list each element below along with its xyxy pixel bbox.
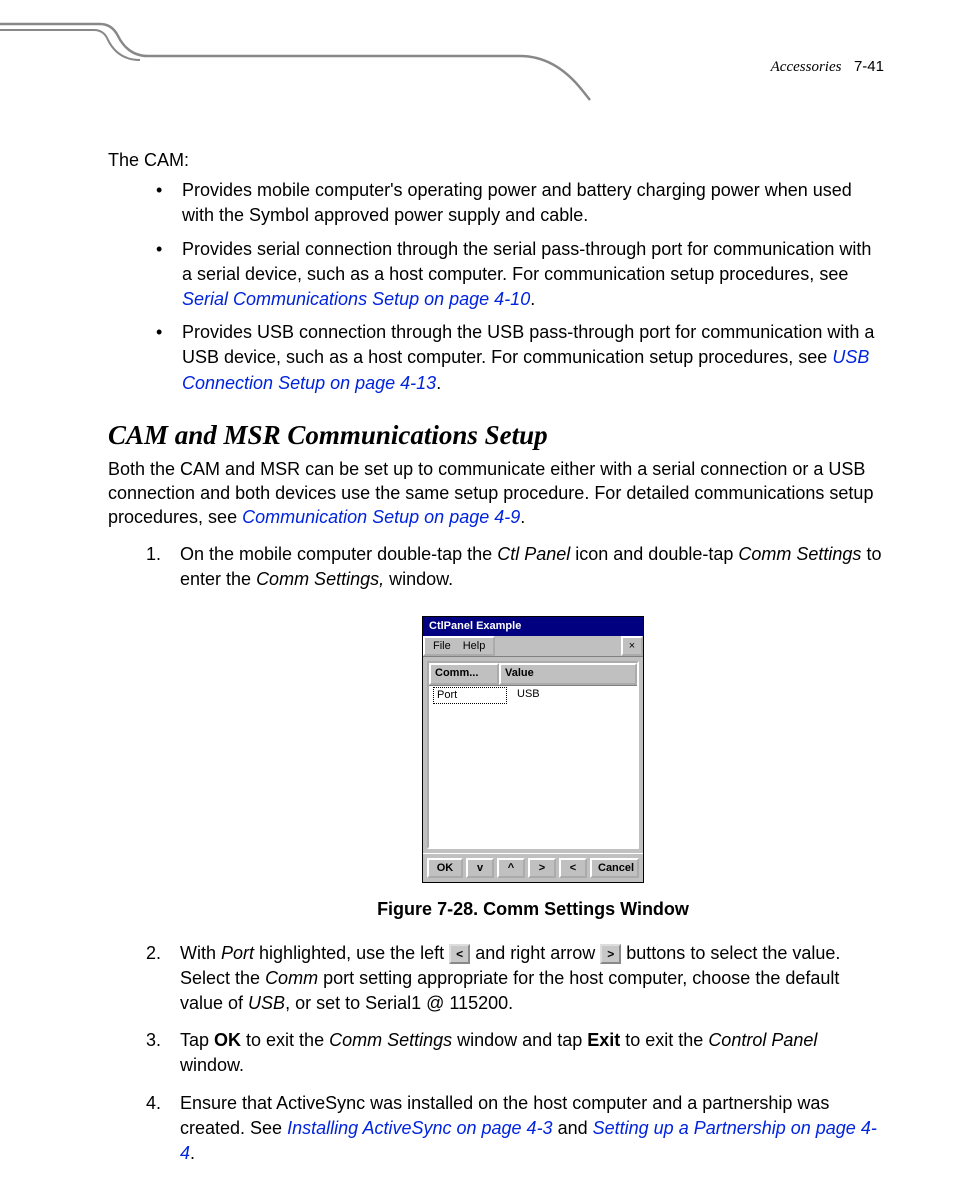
bullet-power: Provides mobile computer's operating pow… (178, 178, 886, 228)
step-1: On the mobile computer double-tap the Ct… (146, 542, 886, 923)
section-heading: CAM and MSR Communications Setup (108, 420, 886, 451)
col-comm[interactable]: Comm... (429, 663, 499, 684)
figure-caption: Figure 7-28. Comm Settings Window (180, 897, 886, 922)
step-2: With Port highlighted, use the left < an… (146, 941, 886, 1017)
column-headers: Comm... Value (429, 663, 637, 685)
header-section: Accessories (771, 59, 842, 75)
button-bar: OK v ^ > < Cancel (423, 853, 643, 882)
left-arrow-icon: < (449, 944, 470, 964)
up-button[interactable]: ^ (497, 858, 525, 878)
cell-port: Port (433, 687, 507, 704)
cam-bullets: Provides mobile computer's operating pow… (108, 178, 886, 396)
cancel-button[interactable]: Cancel (590, 858, 639, 878)
down-button[interactable]: v (466, 858, 494, 878)
col-value[interactable]: Value (499, 663, 637, 684)
window-client: Comm... Value Port USB (427, 661, 639, 849)
step-3: Tap OK to exit the Comm Settings window … (146, 1028, 886, 1078)
right-arrow-icon: > (600, 944, 621, 964)
intro-lead: The CAM: (108, 148, 886, 172)
link-installing-activesync[interactable]: Installing ActiveSync on page 4-3 (287, 1118, 553, 1138)
steps-list: On the mobile computer double-tap the Ct… (108, 542, 886, 1166)
left-button[interactable]: < (559, 858, 587, 878)
figure-window-wrap: CtlPanel Example File Help × Comm... Val… (180, 616, 886, 883)
section-intro: Both the CAM and MSR can be set up to co… (108, 457, 886, 530)
cell-value: USB (507, 687, 540, 704)
bullet-usb: Provides USB connection through the USB … (178, 320, 886, 396)
menu-box: File Help (423, 636, 495, 656)
link-comm-setup[interactable]: Communication Setup on page 4-9 (242, 507, 520, 527)
page-content: The CAM: Provides mobile computer's oper… (108, 148, 886, 1178)
window-menubar: File Help × (423, 636, 643, 657)
close-button[interactable]: × (621, 636, 643, 656)
right-button[interactable]: > (528, 858, 556, 878)
menu-file[interactable]: File (427, 638, 457, 655)
ok-button[interactable]: OK (427, 858, 463, 878)
page-header: Accessories 7-41 (771, 58, 884, 76)
bullet-serial: Provides serial connection through the s… (178, 237, 886, 313)
window-titlebar: CtlPanel Example (423, 617, 643, 636)
step-4: Ensure that ActiveSync was installed on … (146, 1091, 886, 1167)
link-serial-setup[interactable]: Serial Communications Setup on page 4-10 (182, 289, 530, 309)
data-row[interactable]: Port USB (429, 686, 637, 704)
header-page: 7-41 (854, 58, 884, 75)
ctlpanel-window: CtlPanel Example File Help × Comm... Val… (422, 616, 644, 883)
menu-help[interactable]: Help (457, 638, 492, 655)
